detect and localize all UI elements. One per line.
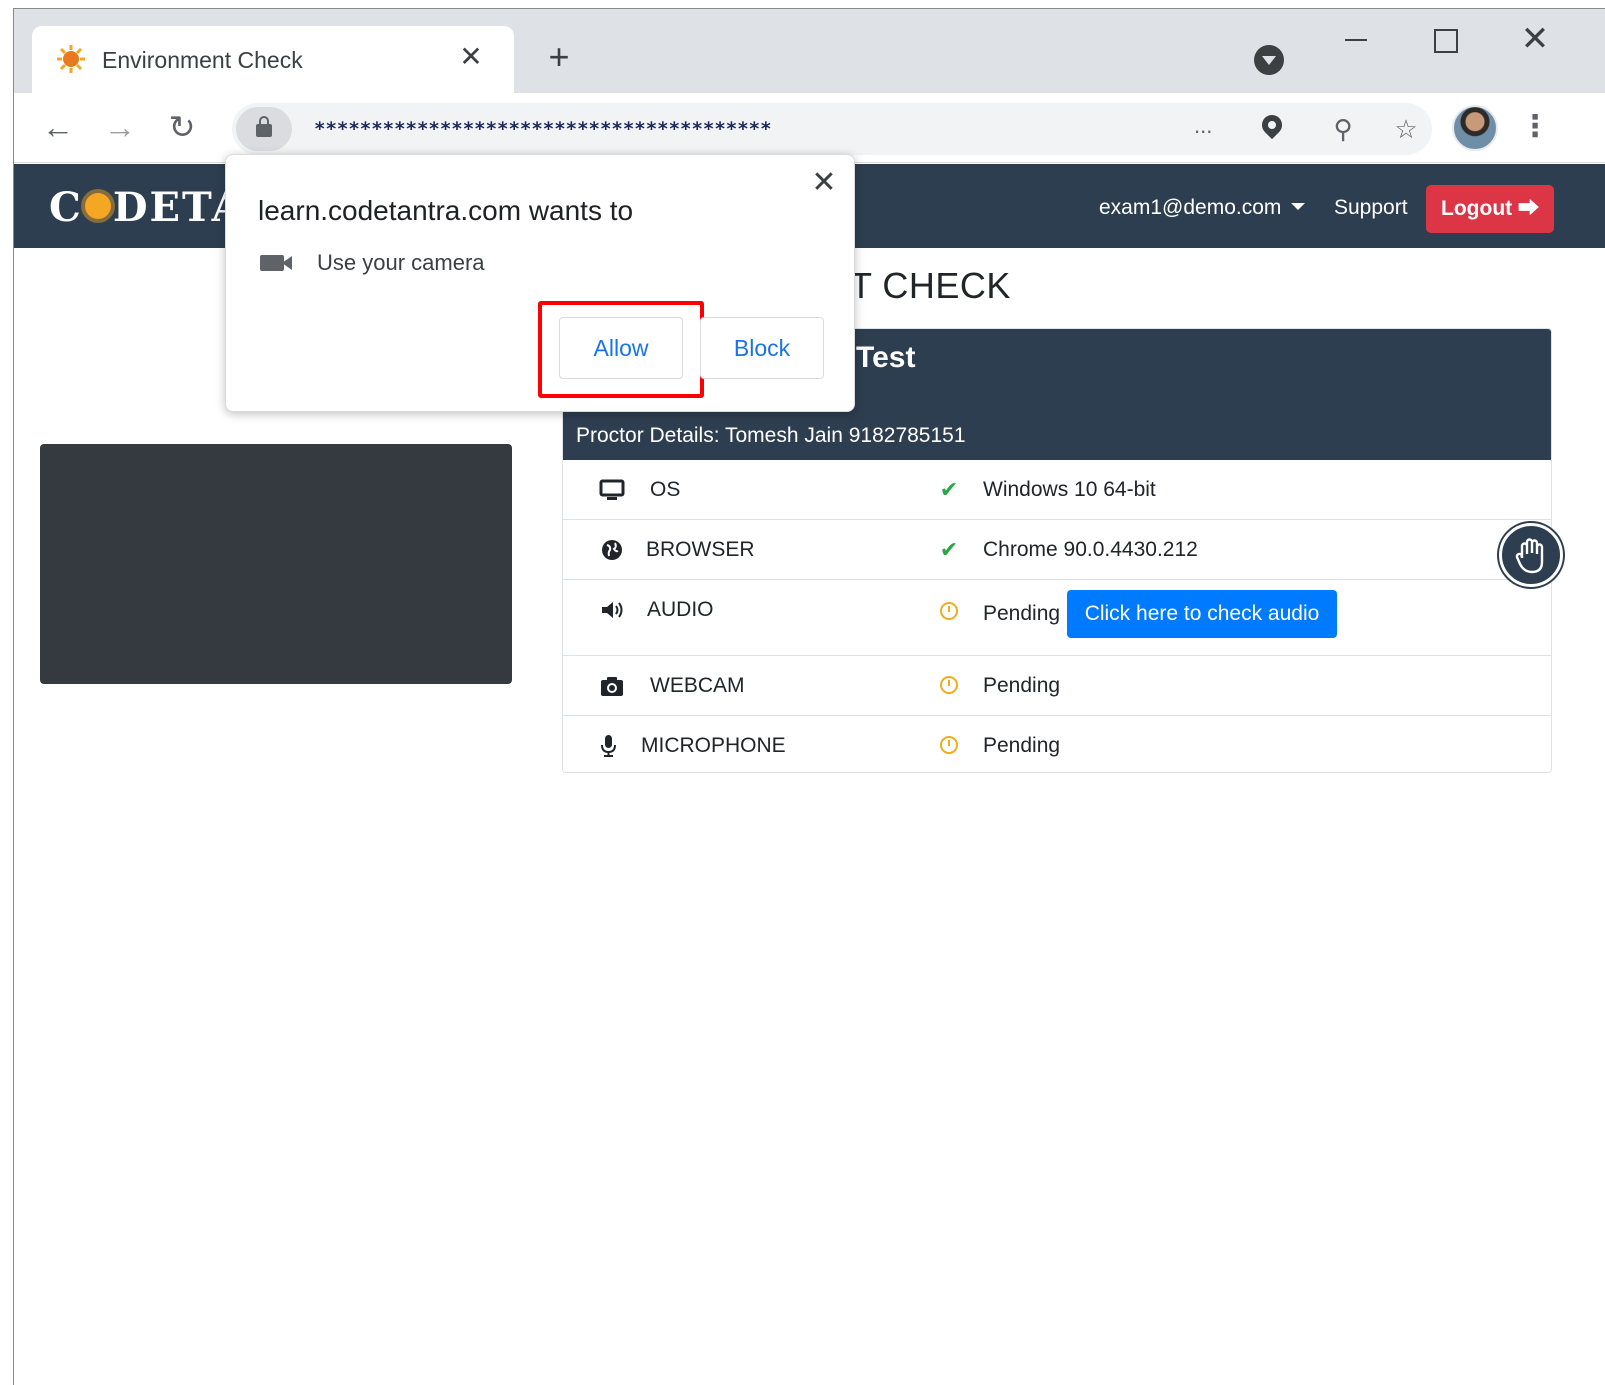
globe-icon — [602, 540, 622, 560]
tab-strip: Environment Check ✕ + ✕ — [14, 9, 1605, 93]
omnibox-ellipsis: ... — [1194, 113, 1213, 138]
raise-hand-button[interactable] — [1499, 523, 1563, 587]
check-value: Pending — [983, 602, 1061, 625]
bookmark-star-icon[interactable]: ☆ — [1390, 113, 1422, 145]
check-row-os: OS ✔ Windows 10 64-bit — [563, 460, 1551, 520]
popup-title: learn.codetantra.com wants to — [258, 195, 634, 226]
support-link[interactable]: Support — [1334, 196, 1408, 220]
close-window-button[interactable]: ✕ — [1510, 21, 1560, 61]
microphone-icon — [601, 735, 616, 757]
back-arrow-icon[interactable]: ← — [36, 105, 80, 149]
check-audio-button[interactable]: Click here to check audio — [1067, 590, 1337, 638]
video-camera-icon — [260, 255, 292, 271]
profile-avatar[interactable] — [1452, 105, 1498, 151]
hand-icon — [1515, 538, 1544, 574]
check-name: MICROPHONE — [641, 734, 786, 757]
proctor-details: Proctor Details: Tomesh Jain 9182785151 — [576, 424, 966, 447]
address-bar[interactable]: ****************************************… — [232, 103, 1432, 155]
card-title: Test — [856, 341, 916, 374]
new-tab-button[interactable]: + — [539, 37, 579, 77]
minimize-button[interactable] — [1332, 21, 1382, 61]
location-pin-icon[interactable] — [1257, 110, 1287, 140]
clock-icon — [940, 736, 958, 754]
zoom-icon[interactable]: ⚲ — [1327, 113, 1359, 145]
forward-arrow-icon[interactable]: → — [98, 105, 142, 149]
check-icon: ✔ — [939, 537, 959, 562]
check-value: Pending — [983, 674, 1061, 697]
block-button[interactable]: Block — [700, 317, 824, 379]
check-value: Chrome 90.0.4430.212 — [983, 538, 1198, 561]
logout-button[interactable]: Logout ⮕ — [1426, 185, 1554, 233]
monitor-icon — [599, 479, 625, 500]
site-info-button[interactable] — [236, 107, 292, 151]
lock-icon — [256, 116, 272, 137]
camera-permission-popup: ✕ learn.codetantra.com wants to Use your… — [225, 154, 855, 412]
check-icon: ✔ — [939, 477, 959, 502]
sun-favicon-icon — [57, 45, 85, 73]
tab-environment-check[interactable]: Environment Check ✕ — [32, 26, 514, 93]
check-row-audio: AUDIO Pending Click here to check audio — [563, 580, 1551, 656]
browser-window: Environment Check ✕ + ✕ ← → ↻ **********… — [13, 8, 1605, 1385]
browser-toolbar: ← → ↻ **********************************… — [14, 93, 1605, 163]
permission-text: Use your camera — [317, 250, 485, 275]
maximize-button[interactable] — [1420, 21, 1470, 61]
codetantra-logo[interactable]: C DETA — [49, 184, 245, 231]
tab-close-icon[interactable]: ✕ — [454, 40, 488, 74]
browser-menu-icon[interactable]: ⋮ — [1520, 109, 1550, 149]
clock-icon — [940, 602, 958, 620]
logo-text-prefix: C — [49, 184, 83, 231]
url-text[interactable]: **************************************** — [314, 118, 772, 140]
tab-title: Environment Check — [102, 47, 303, 73]
user-dropdown[interactable]: exam1@demo.com — [1099, 196, 1306, 220]
allow-button[interactable]: Allow — [559, 317, 683, 379]
clock-icon — [940, 676, 958, 694]
check-name: WEBCAM — [650, 674, 745, 697]
check-row-browser: BROWSER ✔ Chrome 90.0.4430.212 — [563, 520, 1551, 580]
check-value: Pending — [983, 734, 1061, 757]
caret-down-icon — [1291, 203, 1306, 210]
logo-sun-icon — [84, 193, 111, 219]
check-row-microphone: MICROPHONE Pending — [563, 716, 1551, 773]
check-name: OS — [650, 478, 681, 501]
check-name: AUDIO — [647, 598, 714, 621]
close-icon[interactable]: ✕ — [808, 167, 840, 199]
speaker-icon — [602, 602, 623, 618]
page-title: T CHECK — [850, 265, 1011, 306]
tab-search-icon[interactable] — [1254, 45, 1284, 75]
camera-icon — [601, 677, 623, 696]
user-email: exam1@demo.com — [1099, 196, 1282, 219]
check-row-webcam: WEBCAM Pending — [563, 656, 1551, 716]
reload-icon[interactable]: ↻ — [160, 105, 204, 149]
webcam-preview — [40, 444, 512, 684]
check-name: BROWSER — [646, 538, 755, 561]
check-value: Windows 10 64-bit — [983, 478, 1156, 501]
